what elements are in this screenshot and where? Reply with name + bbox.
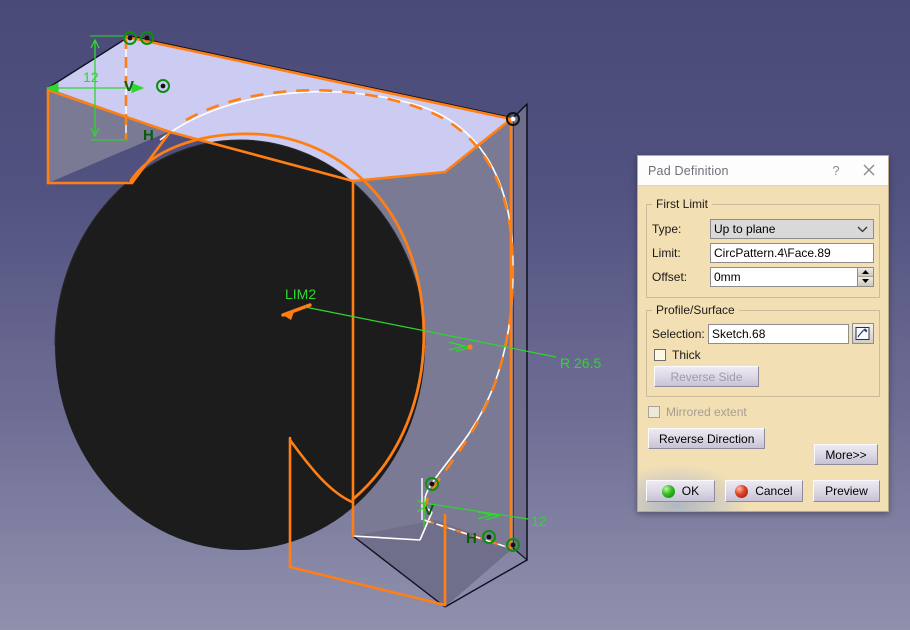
more-button[interactable]: More>> xyxy=(814,444,878,465)
dialog-title: Pad Definition xyxy=(648,164,729,178)
pad-definition-dialog[interactable]: Pad Definition ? First Limit Type: Up to… xyxy=(637,155,889,512)
mirrored-extent-label: Mirrored extent xyxy=(666,405,747,419)
offset-field[interactable]: 0mm xyxy=(710,267,857,287)
offset-stepper[interactable]: 0mm xyxy=(710,267,874,287)
mirrored-extent-checkbox xyxy=(648,406,660,418)
mirrored-extent-row: Mirrored extent xyxy=(648,405,880,419)
selection-label: Selection: xyxy=(652,327,708,341)
constraint-h-bottom: H xyxy=(466,530,477,547)
dialog-titlebar[interactable]: Pad Definition ? xyxy=(638,156,888,186)
constraint-h-top: H xyxy=(143,127,154,144)
face-right-edge xyxy=(513,104,527,560)
dialog-footer: OK Cancel Preview xyxy=(646,480,880,502)
profile-surface-legend: Profile/Surface xyxy=(652,303,739,317)
cancel-sphere-icon xyxy=(735,485,748,498)
constraint-v-top: V xyxy=(124,78,134,95)
spinner-up-icon[interactable] xyxy=(858,268,873,278)
thick-label: Thick xyxy=(672,348,701,362)
cad-application-window: 12 V H xyxy=(0,0,910,630)
dialog-body: First Limit Type: Up to plane Limit: xyxy=(638,186,888,449)
thick-checkbox[interactable] xyxy=(654,349,666,361)
thick-checkbox-row[interactable]: Thick xyxy=(654,348,874,362)
first-limit-group: First Limit Type: Up to plane Limit: xyxy=(646,197,880,298)
close-icon[interactable] xyxy=(860,161,878,179)
help-icon[interactable]: ? xyxy=(828,162,844,179)
spinner-down-icon[interactable] xyxy=(858,277,873,286)
chevron-down-icon xyxy=(857,222,868,236)
cancel-button[interactable]: Cancel xyxy=(725,480,803,502)
limit-field[interactable]: CircPattern.4\Face.89 xyxy=(710,243,874,263)
ok-button-label: OK xyxy=(682,484,699,498)
edit-sketch-icon[interactable] xyxy=(852,323,874,344)
lim2-label: LIM2 xyxy=(285,286,316,302)
dim-label-bottom: 12 xyxy=(531,513,547,529)
limit-row: Limit: CircPattern.4\Face.89 xyxy=(652,242,874,263)
selection-field[interactable]: Sketch.68 xyxy=(708,324,849,344)
ok-sphere-icon xyxy=(662,485,675,498)
profile-surface-group: Profile/Surface Selection: Sketch.68 xyxy=(646,303,880,397)
preview-button[interactable]: Preview xyxy=(813,480,880,502)
offset-label: Offset: xyxy=(652,270,710,284)
type-select-value: Up to plane xyxy=(714,222,775,236)
ok-button[interactable]: OK xyxy=(646,480,715,502)
type-select[interactable]: Up to plane xyxy=(710,219,874,239)
limit-label: Limit: xyxy=(652,246,710,260)
circular-hole xyxy=(55,140,425,550)
type-label: Type: xyxy=(652,222,710,236)
cancel-button-label: Cancel xyxy=(755,484,792,498)
selection-row: Selection: Sketch.68 xyxy=(652,323,874,344)
first-limit-legend: First Limit xyxy=(652,197,712,211)
dim-label-top: 12 xyxy=(83,69,99,85)
reverse-direction-button[interactable]: Reverse Direction xyxy=(648,428,765,449)
reverse-side-button: Reverse Side xyxy=(654,366,759,387)
type-row: Type: Up to plane xyxy=(652,218,874,239)
offset-row: Offset: 0mm xyxy=(652,266,874,287)
offset-spinner[interactable] xyxy=(857,267,874,287)
dim-label-radius: R 26.5 xyxy=(560,355,601,371)
